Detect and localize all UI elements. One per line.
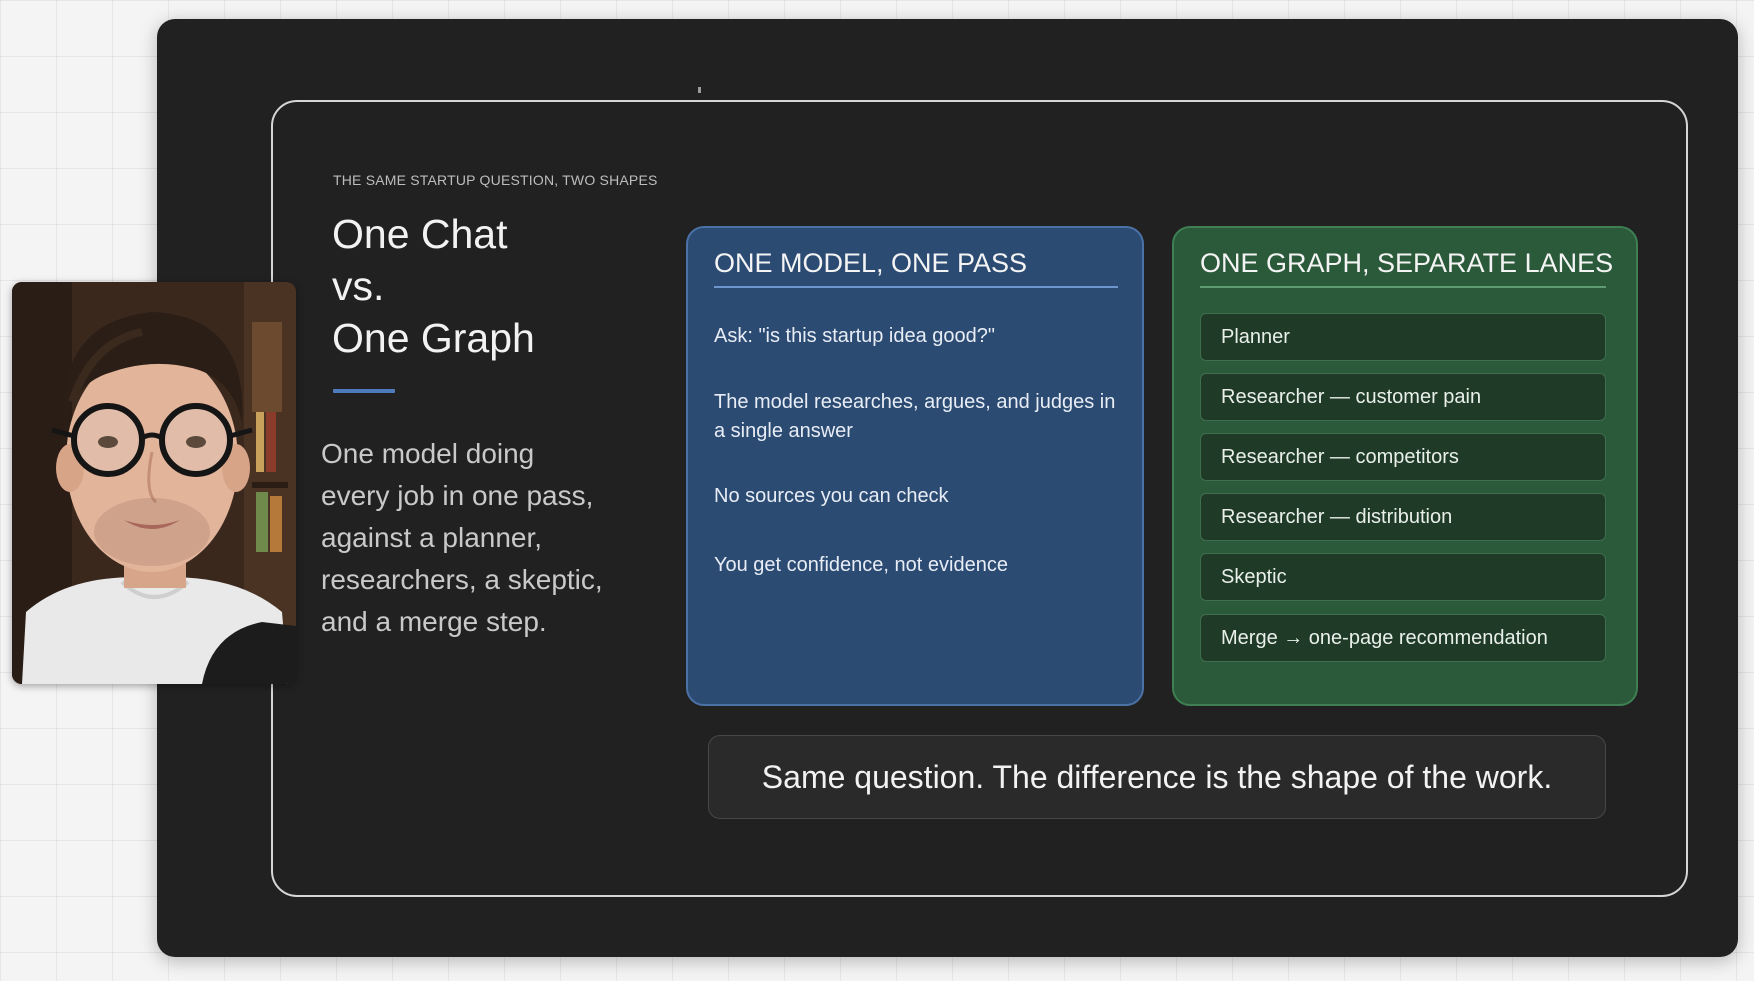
slide-title: One Chat vs. One Graph xyxy=(332,208,535,364)
lane-planner: Planner xyxy=(1200,313,1606,361)
body-line: One model doing xyxy=(321,438,535,469)
lane-researcher-competitors: Researcher — competitors xyxy=(1200,433,1606,481)
slide-body: One model doing every job in one pass, a… xyxy=(321,433,641,643)
card-item: You get confidence, not evidence xyxy=(714,554,1008,576)
body-line: every job in one pass, xyxy=(321,480,594,511)
body-line: and a merge step. xyxy=(321,606,547,637)
one-model-card: ONE MODEL, ONE PASS Ask: "is this startu… xyxy=(686,226,1144,706)
accent-divider xyxy=(333,389,395,393)
lane-skeptic: Skeptic xyxy=(1200,553,1606,601)
card-divider xyxy=(714,286,1118,288)
slide: THE SAME STARTUP QUESTION, TWO SHAPES On… xyxy=(271,100,1688,897)
one-graph-heading: ONE GRAPH, SEPARATE LANES xyxy=(1200,248,1614,278)
slide-eyebrow: THE SAME STARTUP QUESTION, TWO SHAPES xyxy=(333,172,658,188)
card-item: The model researches, argues, and judges… xyxy=(714,391,1116,442)
takeaway-callout: Same question. The difference is the sha… xyxy=(708,735,1606,819)
title-line: One Chat xyxy=(332,211,508,257)
one-graph-card: ONE GRAPH, SEPARATE LANES Planner Resear… xyxy=(1172,226,1638,706)
lane-merge: Merge → one-page recommendation xyxy=(1200,614,1606,662)
cursor-mark xyxy=(698,87,701,93)
one-model-heading: ONE MODEL, ONE PASS xyxy=(714,248,1028,278)
presenter-webcam-icon xyxy=(12,282,296,684)
body-line: researchers, a skeptic, xyxy=(321,564,603,595)
title-line: One Graph xyxy=(332,315,535,361)
card-item: Ask: "is this startup idea good?" xyxy=(714,325,996,347)
body-line: against a planner, xyxy=(321,522,543,553)
card-item: No sources you can check xyxy=(714,485,949,507)
lane-researcher-distribution: Researcher — distribution xyxy=(1200,493,1606,541)
title-line: vs. xyxy=(332,263,385,309)
card-divider xyxy=(1200,286,1606,288)
presenter-webcam xyxy=(12,282,296,684)
lane-researcher-customer-pain: Researcher — customer pain xyxy=(1200,373,1606,421)
